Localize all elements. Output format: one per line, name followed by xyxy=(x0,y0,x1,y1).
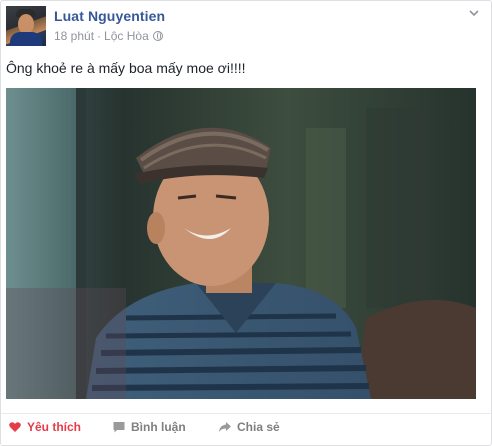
post-photo[interactable] xyxy=(6,88,476,399)
comment-label: Bình luận xyxy=(131,420,186,434)
comment-icon xyxy=(112,420,126,434)
author-avatar[interactable] xyxy=(6,6,46,46)
post-location[interactable]: Lộc Hòa xyxy=(104,29,149,43)
share-label: Chia sẻ xyxy=(237,420,280,434)
share-button[interactable]: Chia sẻ xyxy=(218,420,280,434)
share-arrow-icon xyxy=(218,420,232,434)
author-name[interactable]: Luat Nguyentien xyxy=(54,8,165,24)
post-action-bar: Yêu thích Bình luận Chia sẻ xyxy=(1,413,491,444)
comment-button[interactable]: Bình luận xyxy=(112,420,186,434)
avatar-face-shape xyxy=(18,14,34,34)
heart-icon xyxy=(8,420,22,434)
chevron-down-icon[interactable] xyxy=(467,7,481,21)
meta-separator: · xyxy=(97,29,102,43)
avatar-body-shape xyxy=(10,32,42,46)
like-button[interactable]: Yêu thích xyxy=(8,420,81,434)
like-label: Yêu thích xyxy=(27,420,82,434)
post-text: Ông khoẻ re à mấy boa mấy moe ơi!!!! xyxy=(6,60,246,76)
photo-illustration xyxy=(6,88,476,399)
facebook-post-card: Luat Nguyentien 18 phút · Lộc Hòa Ông kh… xyxy=(0,0,492,446)
post-time[interactable]: 18 phút xyxy=(54,29,94,43)
globe-icon[interactable] xyxy=(152,31,163,41)
post-meta: 18 phút · Lộc Hòa xyxy=(54,29,163,43)
